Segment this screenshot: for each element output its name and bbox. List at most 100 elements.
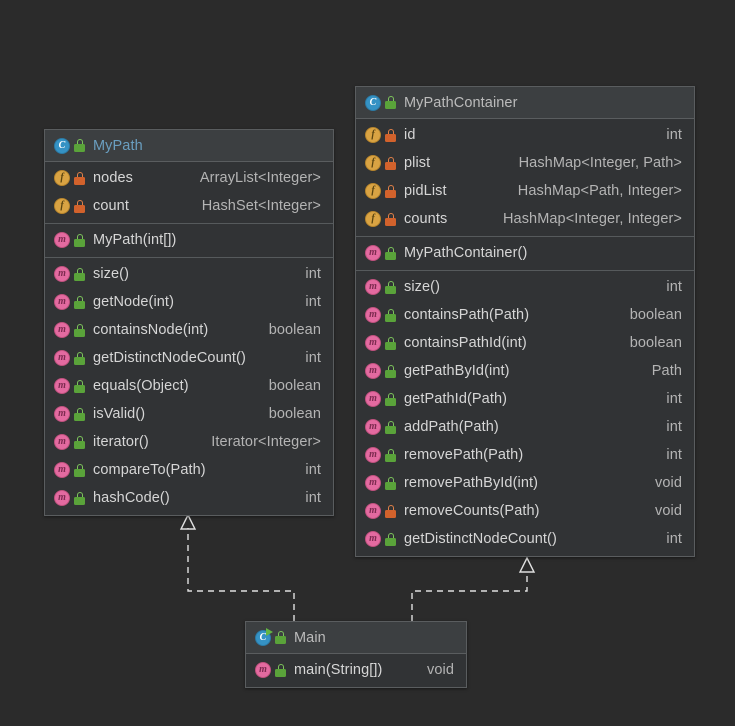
- connector-main-to-mypath[interactable]: [179, 513, 295, 621]
- member-row[interactable]: m containsPath(Path) boolean: [356, 301, 694, 329]
- lock-public-icon: [74, 295, 85, 309]
- method-icon: m: [365, 363, 381, 379]
- class-section-fields: f nodes ArrayList<Integer> f count HashSet<In…: [45, 162, 333, 223]
- member-row[interactable]: m MyPathContainer(): [356, 239, 694, 267]
- uml-class-main[interactable]: C Main m main(String[]) void: [245, 621, 467, 688]
- member-name: equals(Object): [93, 378, 189, 394]
- class-section-constructors: m MyPath(int[]): [45, 223, 333, 257]
- connector-main-to-mypathcontainer[interactable]: [411, 556, 536, 621]
- member-row[interactable]: m getNode(int) int: [45, 288, 333, 316]
- member-row[interactable]: m removePathById(int) void: [356, 469, 694, 497]
- lock-public-icon: [385, 476, 396, 490]
- lock-public-icon: [385, 420, 396, 434]
- member-row[interactable]: f count HashSet<Integer>: [45, 192, 333, 220]
- member-type: boolean: [268, 406, 321, 422]
- member-name: getNode(int): [93, 294, 174, 310]
- class-icon: C: [365, 94, 381, 111]
- member-row[interactable]: f pidList HashMap<Path, Integer>: [356, 177, 694, 205]
- member-name: getDistinctNodeCount(): [404, 531, 557, 547]
- member-type: int: [666, 531, 682, 547]
- member-row[interactable]: m compareTo(Path) int: [45, 456, 333, 484]
- class-header-mypathcontainer[interactable]: C MyPathContainer: [356, 87, 694, 119]
- method-icon: m: [365, 279, 381, 295]
- class-header-main[interactable]: C Main: [246, 622, 466, 654]
- member-type: Path: [651, 363, 682, 379]
- lock-public-icon: [275, 663, 286, 677]
- lock-public-icon: [74, 491, 85, 505]
- member-type: boolean: [268, 322, 321, 338]
- member-name: iterator(): [93, 434, 149, 450]
- class-name-label: MyPathContainer: [404, 94, 518, 111]
- method-icon: m: [365, 531, 381, 547]
- member-row[interactable]: m iterator() Iterator<Integer>: [45, 428, 333, 456]
- member-row[interactable]: m addPath(Path) int: [356, 413, 694, 441]
- member-row[interactable]: f id int: [356, 121, 694, 149]
- method-icon: m: [54, 232, 70, 248]
- member-row[interactable]: m getPathId(Path) int: [356, 385, 694, 413]
- member-type: HashSet<Integer>: [201, 198, 321, 214]
- run-arrow-icon: [266, 627, 273, 636]
- member-type: boolean: [629, 335, 682, 351]
- class-name-label: MyPath: [93, 137, 143, 154]
- lock-public-icon: [74, 323, 85, 337]
- method-icon: m: [54, 462, 70, 478]
- member-name: counts: [404, 211, 448, 227]
- member-name: main(String[]): [294, 662, 383, 678]
- member-row[interactable]: m getDistinctNodeCount() int: [45, 344, 333, 372]
- lock-private-icon: [385, 212, 396, 226]
- member-type: boolean: [629, 307, 682, 323]
- uml-class-mypath[interactable]: C MyPath f nodes ArrayList<Integer> f count Has…: [44, 129, 334, 516]
- member-type: int: [666, 279, 682, 295]
- class-section-constructors: m MyPathContainer(): [356, 236, 694, 270]
- class-name-label: Main: [294, 629, 326, 646]
- lock-public-icon: [74, 463, 85, 477]
- lock-public-icon: [385, 96, 396, 109]
- member-row[interactable]: m removeCounts(Path) void: [356, 497, 694, 525]
- member-row[interactable]: m removePath(Path) int: [356, 441, 694, 469]
- method-icon: m: [54, 378, 70, 394]
- method-icon: m: [365, 335, 381, 351]
- lock-public-icon: [385, 280, 396, 294]
- member-type: HashMap<Integer, Integer>: [502, 211, 682, 227]
- diagram-canvas[interactable]: C MyPath f nodes ArrayList<Integer> f count Has…: [0, 0, 735, 726]
- member-row[interactable]: m containsNode(int) boolean: [45, 316, 333, 344]
- field-icon: f: [365, 183, 381, 199]
- uml-class-mypathcontainer[interactable]: C MyPathContainer f id int f plist HashMap<Inte…: [355, 86, 695, 557]
- member-row[interactable]: m getDistinctNodeCount() int: [356, 525, 694, 553]
- member-name: addPath(Path): [404, 419, 499, 435]
- member-row[interactable]: m containsPathId(int) boolean: [356, 329, 694, 357]
- member-name: isValid(): [93, 406, 146, 422]
- lock-private-icon: [74, 171, 85, 185]
- lock-public-icon: [74, 267, 85, 281]
- member-row[interactable]: m size() int: [45, 260, 333, 288]
- field-icon: f: [54, 170, 70, 186]
- member-row[interactable]: m main(String[]) void: [246, 656, 466, 684]
- member-row[interactable]: m MyPath(int[]): [45, 226, 333, 254]
- member-row[interactable]: f nodes ArrayList<Integer>: [45, 164, 333, 192]
- method-icon: m: [365, 475, 381, 491]
- class-section-fields: f id int f plist HashMap<Integer, Path> f pidLi…: [356, 119, 694, 236]
- member-row[interactable]: m getPathById(int) Path: [356, 357, 694, 385]
- member-name: removePathById(int): [404, 475, 539, 491]
- member-name: getDistinctNodeCount(): [93, 350, 246, 366]
- class-header-mypath[interactable]: C MyPath: [45, 130, 333, 162]
- class-section-methods: m size() int m getNode(int) int m containsNode(…: [45, 257, 333, 515]
- member-name: containsPath(Path): [404, 307, 530, 323]
- lock-private-icon: [385, 156, 396, 170]
- member-name: plist: [404, 155, 431, 171]
- member-type: boolean: [268, 378, 321, 394]
- lock-public-icon: [385, 246, 396, 260]
- member-row[interactable]: m equals(Object) boolean: [45, 372, 333, 400]
- member-type: int: [666, 419, 682, 435]
- class-section-methods: m main(String[]) void: [246, 654, 466, 687]
- member-row[interactable]: f counts HashMap<Integer, Integer>: [356, 205, 694, 233]
- method-icon: m: [54, 350, 70, 366]
- member-type: HashMap<Path, Integer>: [517, 183, 682, 199]
- member-name: MyPath(int[]): [93, 232, 177, 248]
- member-name: count: [93, 198, 129, 214]
- member-row[interactable]: m isValid() boolean: [45, 400, 333, 428]
- member-row[interactable]: m hashCode() int: [45, 484, 333, 512]
- member-row[interactable]: m size() int: [356, 273, 694, 301]
- method-icon: m: [255, 662, 271, 678]
- member-row[interactable]: f plist HashMap<Integer, Path>: [356, 149, 694, 177]
